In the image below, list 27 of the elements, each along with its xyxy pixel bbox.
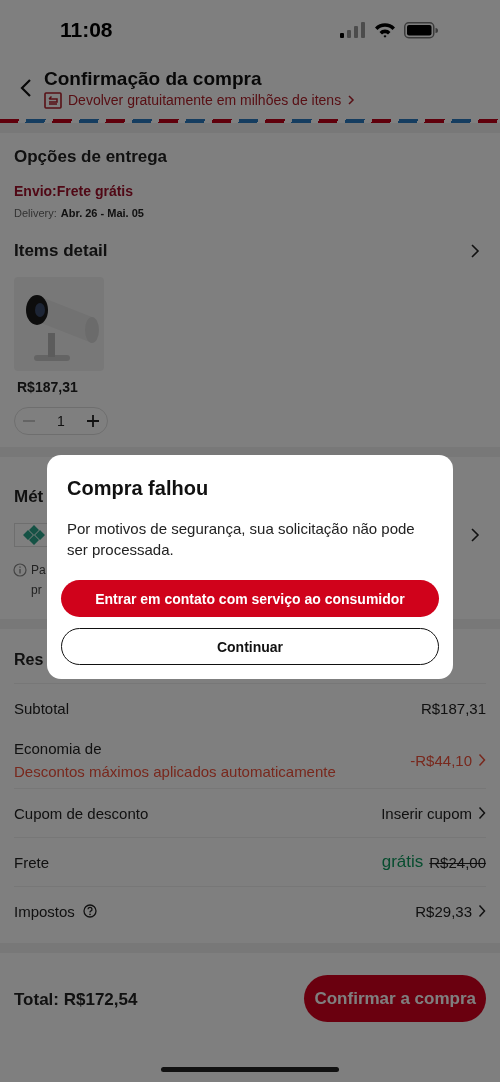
payment-note: Pa — [31, 563, 46, 577]
summary-value: grátis — [381, 852, 424, 872]
summary-label: Economia de — [14, 740, 102, 757]
summary-label: Cupom de desconto — [14, 804, 149, 822]
dialog-message: Por motivos de segurança, sua solicitação não pode ser processada. — [67, 519, 416, 560]
summary-label: Subtotal — [14, 699, 70, 717]
item-price: R$187,31 — [17, 379, 78, 395]
shipping-method: Envio:Frete grátis — [14, 183, 134, 199]
summary-label: Impostos — [14, 902, 75, 920]
original-price: R$24,00 — [429, 853, 486, 871]
delivery-dates: Abr. 26 - Mai. 05 — [60, 207, 144, 219]
discount-note: Descontos máximos aplicados automaticamente — [14, 763, 336, 780]
dialog-title: Compra falhou — [67, 477, 210, 500]
summary-label: Frete — [14, 853, 49, 871]
summary-value: Inserir cupom — [381, 804, 472, 822]
section-title: Items detail — [14, 241, 108, 261]
page-title: Confirmação da compra — [44, 67, 263, 90]
delivery-label: Delivery: — [14, 207, 57, 219]
section-title: Opções de entrega — [14, 147, 168, 167]
summary-value: R$187,31 — [420, 699, 486, 717]
payment-note: pr — [31, 583, 43, 597]
order-total: Total: R$172,54 — [14, 990, 138, 1010]
section-title: Res — [14, 651, 44, 669]
section-title: Mét — [14, 487, 44, 507]
summary-value: R$29,33 — [415, 902, 472, 920]
summary-value: -R$44,10 — [410, 751, 472, 769]
status-time: 11:08 — [60, 18, 113, 42]
